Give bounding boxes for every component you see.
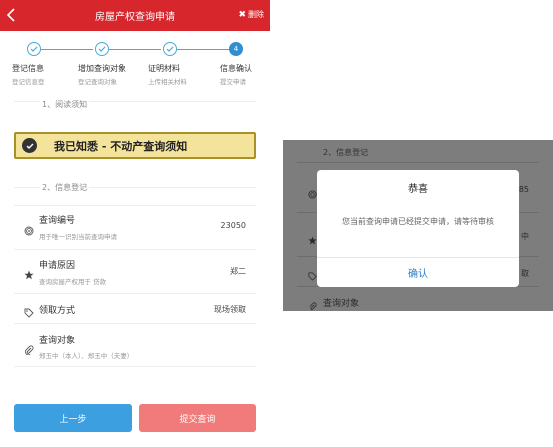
row-divider: [14, 323, 256, 324]
row-divider: [14, 366, 256, 367]
dialog-divider: [317, 257, 519, 258]
step-2-check-icon: [95, 42, 109, 56]
step-3-label: 证明材料: [148, 64, 180, 73]
step-connector: [41, 49, 93, 50]
delete-button[interactable]: ✖ 删除: [238, 9, 264, 20]
step-3-sub: 上传相关材料: [148, 78, 187, 86]
notice-text: 我已知悉 - 不动产查询须知: [54, 139, 188, 153]
paperclip-icon: [24, 340, 34, 356]
bg-paperclip-icon: [308, 296, 317, 310]
field-sub: 郑玉中（本人）、郑玉中（夫妻）: [39, 352, 134, 360]
bg-section-title: 2、信息登记: [323, 148, 369, 157]
bg-field-label: 查询对象: [323, 299, 360, 309]
field-apply-reason[interactable]: 申请原因 查询房屋产权用于 贷款 郑二: [14, 249, 256, 293]
field-value: 现场领取: [214, 305, 246, 314]
row-divider: [14, 293, 256, 294]
dialog-title: 恭喜: [408, 184, 428, 195]
check-icon: [22, 138, 37, 153]
field-sub: 用于唯一识别当前查询申请: [39, 233, 117, 241]
step-2-sub: 登记查询对象: [78, 78, 117, 86]
bg-fingerprint-icon: [308, 184, 317, 199]
bg-tag-icon: [308, 266, 317, 281]
field-sub: 查询房屋产权用于 贷款: [39, 278, 107, 286]
field-value: 23050: [220, 221, 246, 230]
bg-divider: [297, 162, 539, 163]
section-title-info: 2、信息登记: [40, 182, 90, 193]
field-label: 申请原因: [39, 261, 76, 271]
step-2-label: 增加查询对象: [78, 64, 126, 73]
page-title: 房屋产权查询申请: [95, 12, 175, 23]
step-1-sub: 登记信息登: [12, 78, 45, 86]
field-pickup-method[interactable]: 领取方式 现场领取: [14, 293, 256, 323]
field-query-target[interactable]: 查询对象 郑玉中（本人）、郑玉中（夫妻）: [14, 323, 256, 367]
step-3-check-icon: [163, 42, 177, 56]
tag-icon: [24, 303, 34, 318]
delete-label: 删除: [248, 10, 264, 19]
previous-step-button[interactable]: 上一步: [14, 404, 132, 432]
step-4-label: 信息确认: [220, 64, 252, 73]
progress-stepper: 4 登记信息 登记信息登 增加查询对象 登记查询对象 证明材料 上传相关材料 信…: [0, 38, 270, 90]
step-connector: [177, 49, 229, 50]
fingerprint-icon: [24, 221, 34, 236]
field-query-number[interactable]: 查询编号 用于唯一识别当前查询申请 23050: [14, 205, 256, 249]
field-value: 郑二: [230, 267, 246, 276]
row-divider: [14, 205, 256, 206]
close-icon: ✖: [238, 9, 246, 20]
notice-confirm[interactable]: 我已知悉 - 不动产查询须知: [14, 132, 256, 159]
success-dialog: 恭喜 您当前查询申请已经提交申请，请等待审核 确认: [317, 170, 519, 287]
dialog-message: 您当前查询申请已经提交申请，请等待审核: [342, 217, 494, 226]
section-title-read: 1、阅读须知: [40, 99, 90, 110]
field-label: 查询对象: [39, 336, 76, 346]
bg-value: 85: [518, 185, 529, 194]
bg-value: 取: [521, 269, 529, 278]
application-screen: 房屋产权查询申请 ✖ 删除 4 登记信息 登记信息登 增加查询对象 登记查询对象…: [0, 0, 270, 447]
header-bar: 房屋产权查询申请 ✖ 删除: [0, 0, 270, 31]
step-connector: [109, 49, 161, 50]
field-label: 领取方式: [39, 306, 76, 316]
step-1-label: 登记信息: [12, 64, 44, 73]
step-4-sub: 提交申请: [220, 78, 246, 86]
star-icon: [24, 265, 34, 280]
dialog-confirm-button[interactable]: 确认: [317, 265, 519, 280]
bg-star-icon: [308, 230, 317, 245]
field-label: 查询编号: [39, 216, 76, 226]
row-divider: [14, 249, 256, 250]
step-1-check-icon: [27, 42, 41, 56]
step-4-number: 4: [229, 42, 243, 56]
bg-value: 中: [521, 232, 529, 241]
submit-query-button[interactable]: 提交查询: [139, 404, 256, 432]
